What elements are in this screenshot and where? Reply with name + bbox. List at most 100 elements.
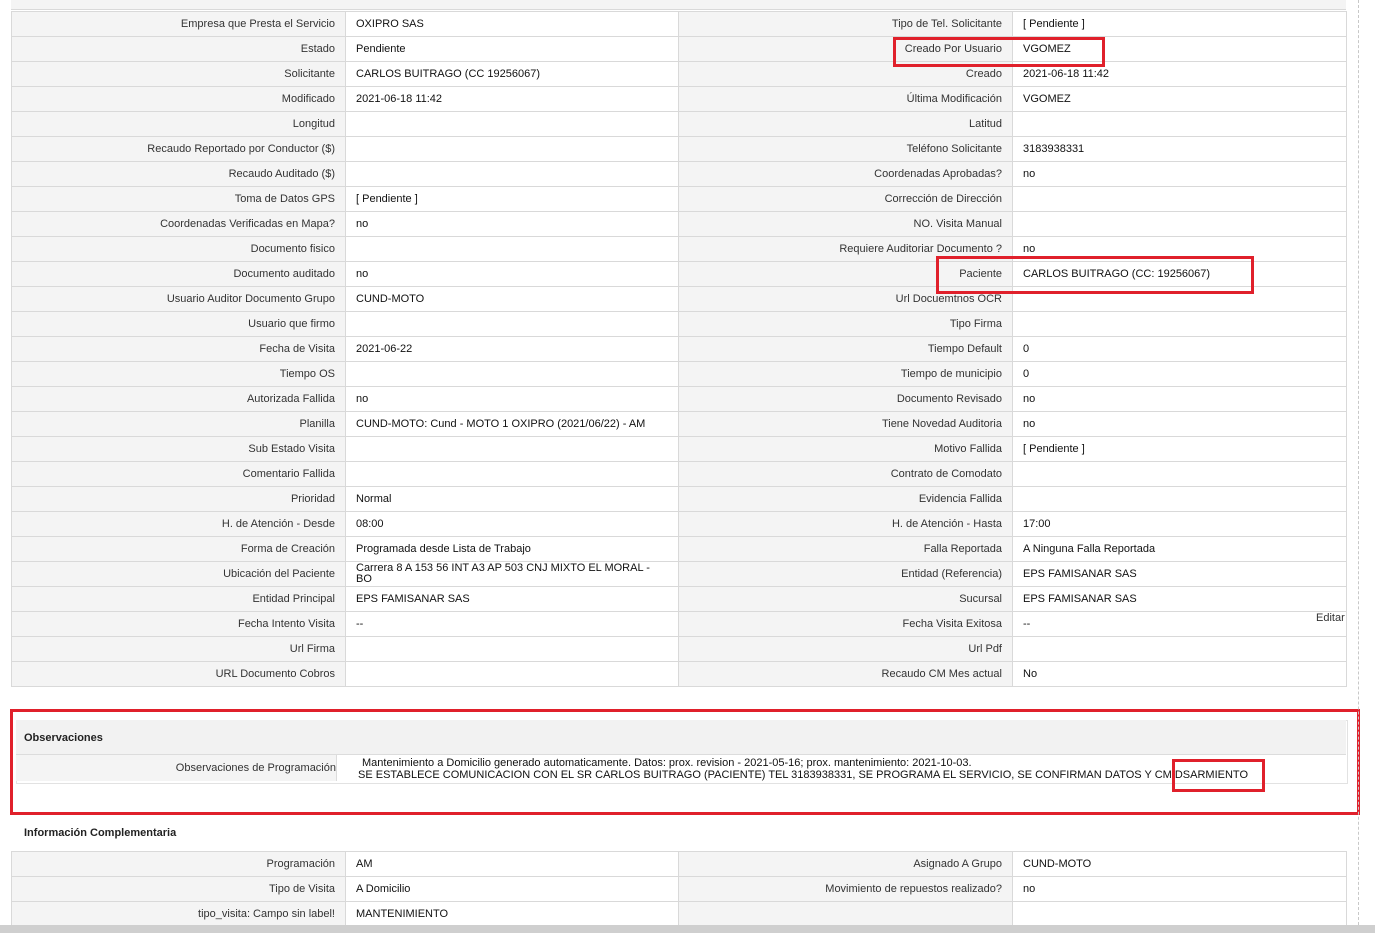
fecha-visita-exitosa-label: Fecha Visita Exitosa xyxy=(678,611,1013,637)
recaudo-cm-mes-actual-label: Recaudo CM Mes actual xyxy=(678,661,1013,687)
ultima-modificacion-value: VGOMEZ xyxy=(1012,86,1347,112)
empty-label xyxy=(678,901,1013,927)
fecha-intento-visita-label: Fecha Intento Visita xyxy=(11,611,346,637)
horizontal-scrollbar[interactable] xyxy=(0,925,1375,933)
solicitante-value: CARLOS BUITRAGO (CC 19256067) xyxy=(345,61,679,87)
field-row: Estado Pendiente Creado Por Usuario VGOMEZ xyxy=(11,36,1347,62)
fecha-intento-visita-value: -- xyxy=(345,611,679,637)
field-row: H. de Atención - Desde 08:00 H. de Atenció… xyxy=(11,511,1347,537)
coordenadas-verificadas-en-mapa-label: Coordenadas Verificadas en Mapa? xyxy=(11,211,346,237)
field-row: Programación AM Asignado A Grupo CUND-MOTO xyxy=(11,851,1347,877)
field-row: Modificado 2021-06-18 11:42 Última Modific… xyxy=(11,86,1347,112)
ultima-modificacion-label: Última Modificación xyxy=(678,86,1013,112)
autorizada-fallida-value: no xyxy=(345,386,679,412)
tiempo-os-value xyxy=(345,361,679,387)
tiempo-os-label: Tiempo OS xyxy=(11,361,346,387)
usuario-auditor-documento-grupo-value: CUND-MOTO xyxy=(345,286,679,312)
latitud-label: Latitud xyxy=(678,111,1013,137)
tipo-visita-campo-sin-label-label: tipo_visita: Campo sin label! xyxy=(11,901,346,927)
sub-estado-visita-value xyxy=(345,436,679,462)
tipo-de-tel-solicitante-value: [ Pendiente ] xyxy=(1012,11,1347,37)
tiempo-default-value: 0 xyxy=(1012,336,1347,362)
field-row: tipo_visita: Campo sin label! MANTENIMIEN… xyxy=(11,901,1347,927)
fecha-de-visita-label: Fecha de Visita xyxy=(11,336,346,362)
usuario-que-firmo-label: Usuario que firmo xyxy=(11,311,346,337)
asignado-a-grupo-value: CUND-MOTO xyxy=(1012,851,1347,877)
documento-revisado-label: Documento Revisado xyxy=(678,386,1013,412)
planilla-value: CUND-MOTO: Cund - MOTO 1 OXIPRO (2021/06… xyxy=(345,411,679,437)
field-row: Toma de Datos GPS[ Pendiente ] Corrección… xyxy=(11,186,1347,212)
field-row: Recaudo Auditado ($) Coordenadas Aprobada… xyxy=(11,161,1347,187)
coordenadas-aprobadas-label: Coordenadas Aprobadas? xyxy=(678,161,1013,187)
recaudo-reportado-por-conductor-value xyxy=(345,136,679,162)
coordenadas-aprobadas-value: no xyxy=(1012,161,1347,187)
recaudo-reportado-por-conductor-label: Recaudo Reportado por Conductor ($) xyxy=(11,136,346,162)
comentario-fallida-value xyxy=(345,461,679,487)
fecha-de-visita-value: 2021-06-22 xyxy=(345,336,679,362)
field-row: Tipo de Visita A Domicilio Movimiento de r… xyxy=(11,876,1347,902)
empresa-que-presta-el-servicio-label: Empresa que Presta el Servicio xyxy=(11,11,346,37)
planilla-label: Planilla xyxy=(11,411,346,437)
highlight-dsarmiento xyxy=(1172,759,1265,792)
field-row: Longitud Latitud xyxy=(11,111,1347,137)
recaudo-cm-mes-actual-value: No xyxy=(1012,661,1347,687)
coordenadas-verificadas-en-mapa-value: no xyxy=(345,211,679,237)
entidad-principal-value: EPS FAMISANAR SAS xyxy=(345,586,679,612)
motivo-fallida-label: Motivo Fallida xyxy=(678,436,1013,462)
field-row: URL Documento Cobros Recaudo CM Mes actua… xyxy=(11,661,1347,687)
motivo-fallida-value: [ Pendiente ] xyxy=(1012,436,1347,462)
modificado-label: Modificado xyxy=(11,86,346,112)
url-firma-value xyxy=(345,636,679,662)
tipo-de-visita-value: A Domicilio xyxy=(345,876,679,902)
asignado-a-grupo-label: Asignado A Grupo xyxy=(678,851,1013,877)
longitud-value xyxy=(345,111,679,137)
sucursal-value: EPS FAMISANAR SAS xyxy=(1012,586,1347,612)
forma-de-creacion-label: Forma de Creación xyxy=(11,536,346,562)
field-row: Fecha Intento Visita -- Fecha Visita Exit… xyxy=(11,611,1347,637)
informacion-complementaria-title: Información Complementaria xyxy=(24,827,177,839)
modificado-value: 2021-06-18 11:42 xyxy=(345,86,679,112)
empresa-que-presta-el-servicio-value: OXIPRO SAS xyxy=(345,11,679,37)
tipo-de-visita-label: Tipo de Visita xyxy=(11,876,346,902)
documento-auditado-label: Documento auditado xyxy=(11,261,346,287)
longitud-label: Longitud xyxy=(11,111,346,137)
highlight-creado-por-usuario xyxy=(893,37,1105,67)
tipo-firma-label: Tipo Firma xyxy=(678,311,1013,337)
field-row: Planilla CUND-MOTO: Cund - MOTO 1 OXIPRO … xyxy=(11,411,1347,437)
tipo-visita-campo-sin-label-value: MANTENIMIENTO xyxy=(345,901,679,927)
solicitante-label: Solicitante xyxy=(11,61,346,87)
edit-link[interactable]: Editar xyxy=(1316,612,1345,624)
fecha-visita-exitosa-value: -- xyxy=(1012,611,1347,637)
correccion-de-direccion-value xyxy=(1012,186,1347,212)
tiene-novedad-auditoria-label: Tiene Novedad Auditoria xyxy=(678,411,1013,437)
movimiento-de-repuestos-realizado-value: no xyxy=(1012,876,1347,902)
entidad-principal-label: Entidad Principal xyxy=(11,586,346,612)
h-de-atencion-desde-label: H. de Atención - Desde xyxy=(11,511,346,537)
h-de-atencion-desde-value: 08:00 xyxy=(345,511,679,537)
field-row: Fecha de Visita 2021-06-22 Tiempo Default… xyxy=(11,336,1347,362)
complementaria-table: Programación AM Asignado A Grupo CUND-MOTO T… xyxy=(11,851,1347,927)
documento-fisico-label: Documento fisico xyxy=(11,236,346,262)
tiempo-de-municipio-label: Tiempo de municipio xyxy=(678,361,1013,387)
empty-value xyxy=(1012,901,1347,927)
falla-reportada-label: Falla Reportada xyxy=(678,536,1013,562)
usuario-que-firmo-value xyxy=(345,311,679,337)
documento-revisado-value: no xyxy=(1012,386,1347,412)
estado-value: Pendiente xyxy=(345,36,679,62)
tiempo-de-municipio-value: 0 xyxy=(1012,361,1347,387)
field-row: Sub Estado Visita Motivo Fallida[ Pendien… xyxy=(11,436,1347,462)
entidad-referencia-value: EPS FAMISANAR SAS xyxy=(1012,561,1347,587)
no-visita-manual-value xyxy=(1012,211,1347,237)
correccion-de-direccion-label: Corrección de Dirección xyxy=(678,186,1013,212)
prioridad-value: Normal xyxy=(345,486,679,512)
contrato-de-comodato-label: Contrato de Comodato xyxy=(678,461,1013,487)
latitud-value xyxy=(1012,111,1347,137)
field-row: Tiempo OS Tiempo de municipio 0 xyxy=(11,361,1347,387)
entidad-referencia-label: Entidad (Referencia) xyxy=(678,561,1013,587)
tiempo-default-label: Tiempo Default xyxy=(678,336,1013,362)
partially-visible-row xyxy=(11,0,1346,10)
visit-detail-table: Empresa que Presta el Servicio OXIPRO SAS… xyxy=(11,11,1347,687)
field-row: Usuario que firmo Tipo Firma xyxy=(11,311,1347,337)
programacion-label: Programación xyxy=(11,851,346,877)
telefono-solicitante-label: Teléfono Solicitante xyxy=(678,136,1013,162)
